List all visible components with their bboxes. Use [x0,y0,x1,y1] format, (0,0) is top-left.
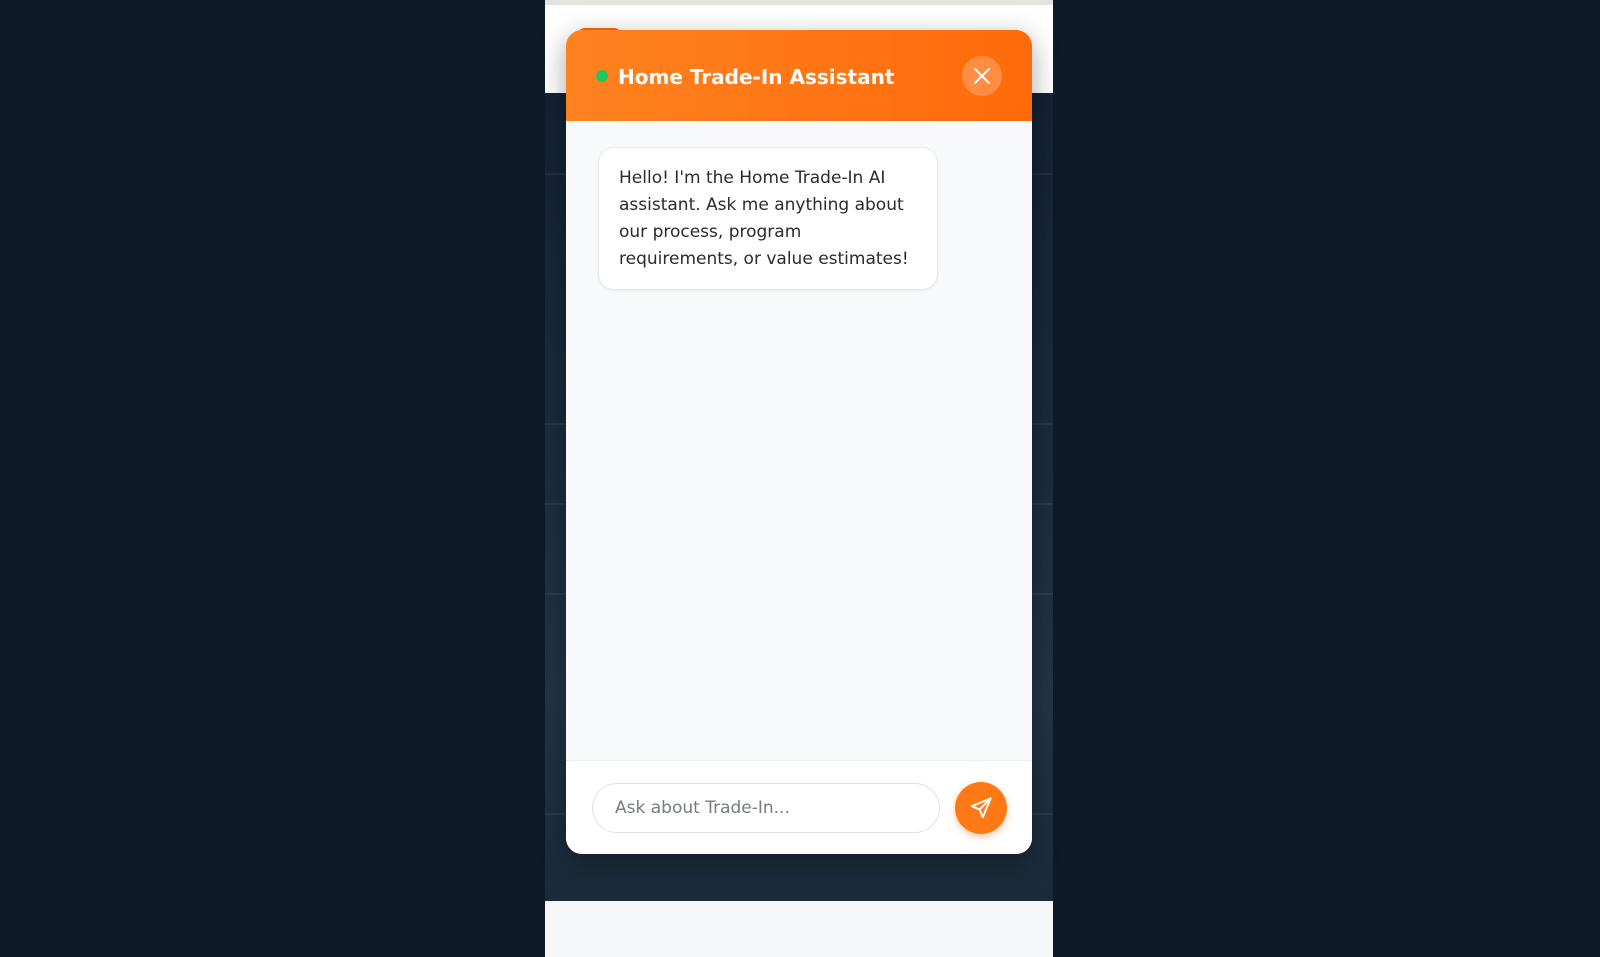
page-footer [545,901,1053,957]
send-button[interactable] [955,782,1007,834]
chat-message-input[interactable] [592,783,940,833]
chat-input-bar [566,760,1032,854]
chat-header: Home Trade-In Assistant [566,30,1032,121]
close-chat-button[interactable] [962,56,1002,96]
close-icon [974,68,990,84]
status-dot-icon [596,70,608,82]
send-icon [970,797,992,819]
chat-widget: Home Trade-In Assistant Hello! I'm the H… [566,30,1032,854]
chat-title: Home Trade-In Assistant [618,65,895,89]
chat-messages: Hello! I'm the Home Trade-In AI assistan… [566,121,1032,760]
assistant-message: Hello! I'm the Home Trade-In AI assistan… [598,147,938,290]
